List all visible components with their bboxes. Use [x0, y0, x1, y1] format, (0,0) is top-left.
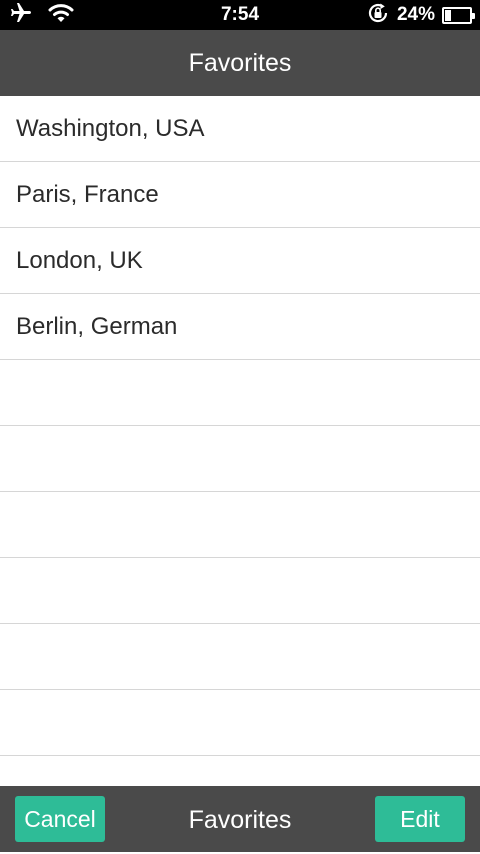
- battery-level: [445, 9, 451, 21]
- favorite-row[interactable]: Berlin, German: [0, 294, 480, 360]
- battery-percent: 24%: [396, 4, 435, 25]
- empty-row: [0, 492, 480, 558]
- empty-row: [0, 690, 480, 756]
- status-right: 24%: [366, 1, 475, 30]
- edit-button[interactable]: Edit: [375, 796, 465, 842]
- toolbar-title: Favorites: [188, 806, 292, 834]
- empty-row: [0, 426, 480, 492]
- favorite-row[interactable]: Washington, USA: [0, 96, 480, 162]
- bottom-toolbar: Cancel Favorites Edit: [0, 786, 480, 852]
- empty-row: [0, 624, 480, 690]
- empty-row: [0, 360, 480, 426]
- cancel-button[interactable]: Cancel: [15, 796, 105, 842]
- page-title: Favorites: [188, 49, 292, 77]
- favorites-list: Washington, USA Paris, France London, UK Be…: [0, 96, 480, 786]
- favorite-row[interactable]: London, UK: [0, 228, 480, 294]
- empty-row: [0, 756, 480, 786]
- nav-bar: Favorites: [0, 30, 480, 96]
- battery-icon: [442, 6, 475, 24]
- rotation-lock-icon: [366, 1, 390, 30]
- favorite-row[interactable]: Paris, France: [0, 162, 480, 228]
- empty-row: [0, 558, 480, 624]
- status-bar: 7:54 24%: [0, 0, 480, 30]
